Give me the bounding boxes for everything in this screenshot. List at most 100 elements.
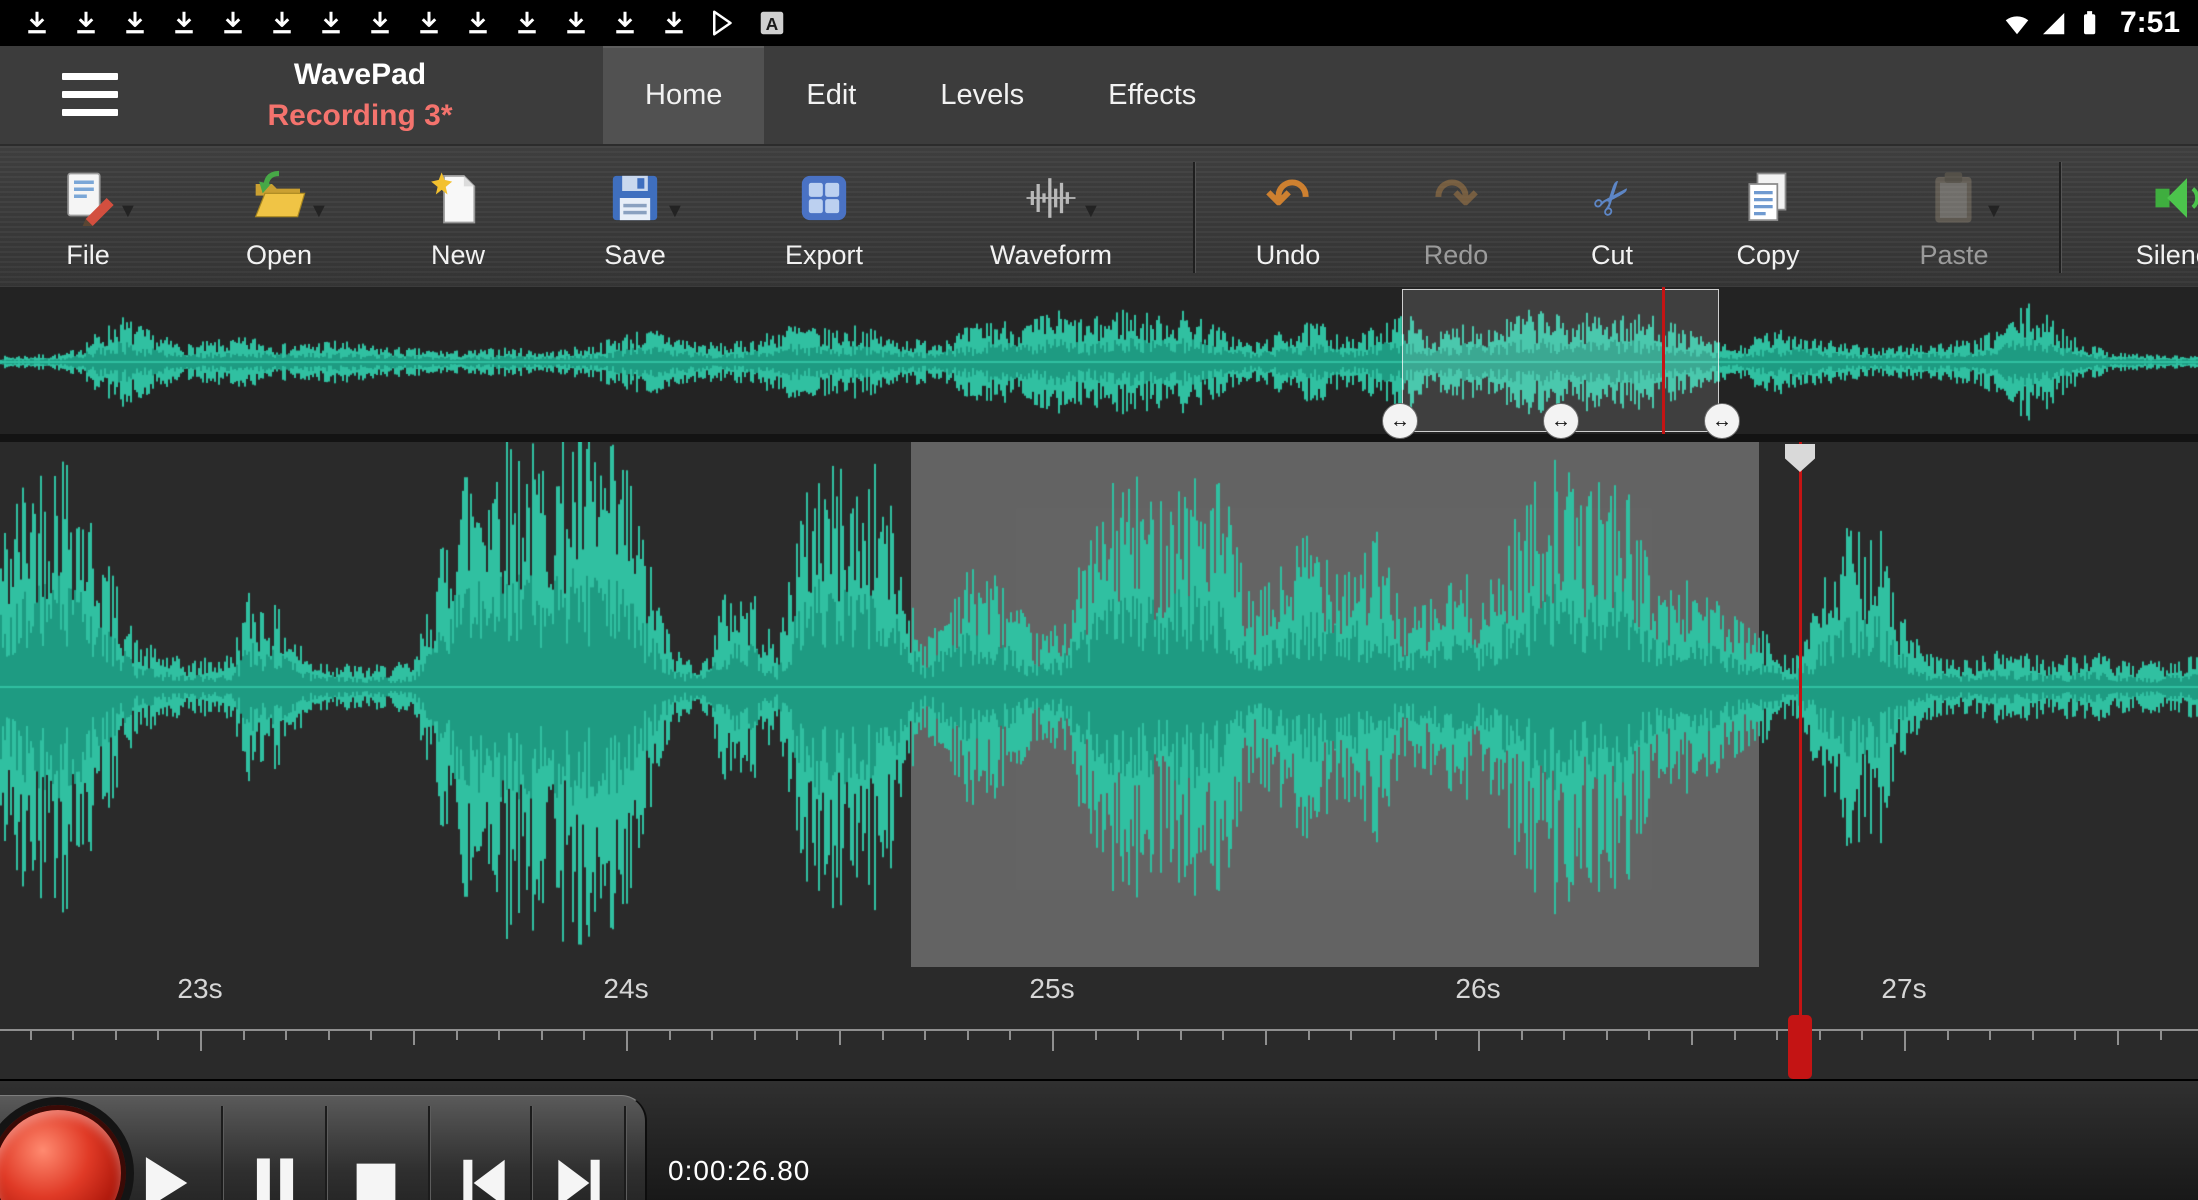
ribbon-tabs: HomeEditLevelsEffects <box>603 46 1238 144</box>
ruler-tick <box>2074 1031 2076 1040</box>
ruler-tick <box>924 1031 926 1040</box>
timeline-label: 23s <box>177 973 222 1005</box>
tab-levels[interactable]: Levels <box>898 46 1066 144</box>
pause-icon <box>244 1152 306 1200</box>
play-button[interactable] <box>132 1152 196 1200</box>
ruler-tick <box>1350 1031 1352 1040</box>
notification-icons: A <box>0 8 787 38</box>
ruler-tick <box>1052 1031 1054 1051</box>
undo-button[interactable]: ↶Undo <box>1203 146 1373 289</box>
toolbar-separator <box>2059 162 2062 273</box>
download-icon <box>365 8 395 38</box>
ruler-tick <box>796 1031 798 1040</box>
timeline-playhead-handle[interactable] <box>1788 1015 1812 1079</box>
dropdown-caret-icon: ▼ <box>1081 200 1101 223</box>
ruler-tick <box>243 1031 245 1040</box>
system-icons <box>2002 8 2104 38</box>
dropdown-caret-icon: ▼ <box>665 200 685 223</box>
toolbar-item-label: Copy <box>1683 240 1853 271</box>
previous-button[interactable] <box>452 1152 516 1200</box>
svg-text:A: A <box>766 14 779 34</box>
next-icon <box>548 1152 610 1200</box>
download-icon <box>218 8 248 38</box>
save-button[interactable]: ▼Save <box>550 146 720 289</box>
toolbar-item-label: Waveform <box>966 240 1136 271</box>
overview-waveform-canvas <box>0 287 2198 434</box>
cut-button[interactable]: ✂Cut <box>1527 146 1697 289</box>
paste-button[interactable]: ▼Paste <box>1869 146 2039 289</box>
ruler-tick <box>2160 1031 2162 1040</box>
document-title: Recording 3* <box>240 96 480 136</box>
new-icon <box>430 170 486 226</box>
ruler-tick <box>200 1031 202 1051</box>
main-waveform[interactable] <box>0 442 2198 967</box>
export-button[interactable]: Export <box>739 146 909 289</box>
open-button[interactable]: ▼Open <box>194 146 364 289</box>
stop-button[interactable] <box>344 1152 408 1200</box>
ruler-tick <box>30 1031 32 1040</box>
overview-waveform[interactable]: ↔↔↔ <box>0 287 2198 434</box>
tab-edit[interactable]: Edit <box>764 46 898 144</box>
ruler-tick <box>1776 1031 1778 1040</box>
ruler-tick <box>1734 1031 1736 1040</box>
new-button[interactable]: New <box>373 146 543 289</box>
timeline-label: 25s <box>1029 973 1074 1005</box>
download-icon <box>316 8 346 38</box>
battery-icon <box>2074 8 2104 38</box>
playhead-line <box>1799 442 1802 967</box>
ruler-tick <box>1648 1031 1650 1040</box>
ruler-tick <box>157 1031 159 1040</box>
ruler-tick <box>754 1031 756 1040</box>
timeline-ruler[interactable]: 23s24s25s26s27s <box>0 967 2198 1079</box>
playstore-icon <box>708 8 738 38</box>
stop-icon <box>345 1152 407 1200</box>
ruler-tick <box>115 1031 117 1040</box>
waveform-icon <box>1023 170 1079 226</box>
redo-button[interactable]: ↷Redo <box>1371 146 1541 289</box>
menu-button[interactable] <box>62 73 120 117</box>
ruler-tick <box>413 1031 415 1045</box>
selection-resize-handle-icon[interactable]: ↔ <box>1543 403 1579 439</box>
status-bar: A 7:51 <box>0 0 2198 46</box>
ruler-tick <box>1819 1031 1821 1040</box>
file-button[interactable]: ▼ File <box>3 146 173 289</box>
download-icon <box>22 8 52 38</box>
ruler-tick <box>1904 1031 1906 1051</box>
main-waveform-canvas <box>0 442 2198 967</box>
dropdown-caret-icon: ▼ <box>118 200 138 223</box>
selection-resize-handle-icon[interactable]: ↔ <box>1382 403 1418 439</box>
toolbar-item-label: Paste <box>1869 240 2039 271</box>
timeline-label: 27s <box>1881 973 1926 1005</box>
download-icon <box>267 8 297 38</box>
ruler-tick <box>839 1031 841 1045</box>
undo-icon: ↶ <box>1260 170 1316 226</box>
copy-button[interactable]: Copy <box>1683 146 1853 289</box>
save-icon <box>607 170 663 226</box>
next-button[interactable] <box>547 1152 611 1200</box>
pause-button[interactable] <box>243 1152 307 1200</box>
ruler-tick <box>456 1031 458 1040</box>
tab-effects[interactable]: Effects <box>1066 46 1238 144</box>
ruler-tick <box>1521 1031 1523 1040</box>
silence-button[interactable]: Silence <box>2095 146 2198 289</box>
timeline-playhead-line <box>1799 967 1802 1017</box>
ruler-tick <box>370 1031 372 1040</box>
ruler-tick <box>498 1031 500 1040</box>
ruler-tick <box>1308 1031 1310 1040</box>
ruler-tick <box>882 1031 884 1040</box>
toolbar-item-label: New <box>373 240 543 271</box>
app-title: WavePad <box>240 54 480 96</box>
ruler-tick <box>1478 1031 1480 1051</box>
ruler-tick <box>1947 1031 1949 1040</box>
tab-home[interactable]: Home <box>603 46 764 144</box>
ruler-tick <box>1691 1031 1693 1045</box>
toolbar-separator <box>1193 162 1196 273</box>
toolbar: ▼ File ▼Open New▼SaveExport ▼ Waveform ↶Undo↷R… <box>0 144 2198 289</box>
toolbar-item-label: File <box>3 240 173 271</box>
waveform-button[interactable]: ▼ Waveform <box>966 146 1136 289</box>
toolbar-item-label: Cut <box>1527 240 1697 271</box>
ruler-tick <box>1435 1031 1437 1040</box>
wavepad-app: A 7:51 WavePad Recording 3* HomeEditLeve… <box>0 0 2198 1200</box>
selection-resize-handle-icon[interactable]: ↔ <box>1704 403 1740 439</box>
redo-icon: ↷ <box>1428 170 1484 226</box>
